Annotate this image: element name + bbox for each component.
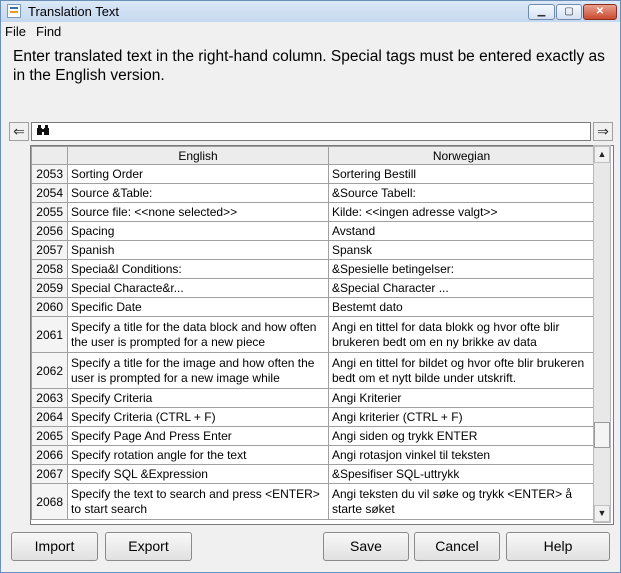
- norwegian-cell[interactable]: Sortering Bestill: [328, 164, 595, 184]
- row-id: 2061: [31, 316, 68, 353]
- menu-file[interactable]: File: [5, 24, 26, 39]
- scroll-up-arrow[interactable]: ▲: [594, 146, 610, 163]
- table-row[interactable]: 2057 Spanish Spansk: [31, 240, 595, 260]
- english-cell: Spacing: [67, 221, 329, 241]
- row-id: 2062: [31, 352, 68, 389]
- row-id: 2066: [31, 445, 68, 465]
- table-row[interactable]: 2058 Specia&l Conditions: &Spesielle bet…: [31, 259, 595, 279]
- app-icon: [7, 4, 21, 18]
- english-cell: Specify SQL &Expression: [67, 464, 329, 484]
- table-row[interactable]: 2066 Specify rotation angle for the text…: [31, 445, 595, 465]
- table-row[interactable]: 2061 Specify a title for the data block …: [31, 316, 595, 353]
- row-id: 2068: [31, 483, 68, 520]
- header-norwegian[interactable]: Norwegian: [328, 146, 595, 165]
- menu-find[interactable]: Find: [36, 24, 61, 39]
- norwegian-cell[interactable]: Angi Kriterier: [328, 388, 595, 408]
- row-id: 2063: [31, 388, 68, 408]
- english-cell: Specify Criteria (CTRL + F): [67, 407, 329, 427]
- header-id: [31, 146, 68, 165]
- translation-window: Translation Text ▁ ▢ ✕ File Find Enter t…: [0, 0, 621, 573]
- instructions-text: Enter translated text in the right-hand …: [13, 48, 605, 84]
- row-id: 2056: [31, 221, 68, 241]
- english-cell: Specify the text to search and press <EN…: [67, 483, 329, 520]
- table-row[interactable]: 2055 Source file: <<none selected>> Kild…: [31, 202, 595, 222]
- norwegian-cell[interactable]: Angi en tittel for bildet og hvor ofte b…: [328, 352, 595, 389]
- row-id: 2065: [31, 426, 68, 446]
- table-row[interactable]: 2059 Special Characte&r... &Special Char…: [31, 278, 595, 298]
- english-cell: Specify rotation angle for the text: [67, 445, 329, 465]
- english-cell: Specific Date: [67, 297, 329, 317]
- scroll-thumb[interactable]: [594, 422, 610, 448]
- table-row[interactable]: 2063 Specify Criteria Angi Kriterier: [31, 388, 595, 408]
- help-button[interactable]: Help: [506, 532, 610, 561]
- row-id: 2057: [31, 240, 68, 260]
- row-id: 2060: [31, 297, 68, 317]
- next-arrow-button[interactable]: ⇒: [593, 122, 613, 141]
- norwegian-cell[interactable]: &Source Tabell:: [328, 183, 595, 203]
- table-row[interactable]: 2053 Sorting Order Sortering Bestill: [31, 164, 595, 184]
- previous-arrow-button[interactable]: ⇐: [9, 122, 29, 141]
- maximize-button[interactable]: ▢: [556, 4, 582, 20]
- english-cell: Source &Table:: [67, 183, 329, 203]
- norwegian-cell[interactable]: Kilde: <<ingen adresse valgt>>: [328, 202, 595, 222]
- norwegian-cell[interactable]: Spansk: [328, 240, 595, 260]
- search-bar: ⇐ ⇒: [9, 122, 613, 142]
- vertical-scrollbar[interactable]: ▲ ▼: [593, 145, 611, 523]
- table-row[interactable]: 2054 Source &Table: &Source Tabell:: [31, 183, 595, 203]
- norwegian-cell[interactable]: Angi kriterier (CTRL + F): [328, 407, 595, 427]
- norwegian-cell[interactable]: Angi en tittel for data blokk og hvor of…: [328, 316, 595, 353]
- norwegian-cell[interactable]: Angi teksten du vil søke og trykk <ENTER…: [328, 483, 595, 520]
- row-id: 2067: [31, 464, 68, 484]
- menu-bar: File Find: [1, 22, 620, 40]
- norwegian-cell[interactable]: &Special Character ...: [328, 278, 595, 298]
- english-cell: Special Characte&r...: [67, 278, 329, 298]
- table-row[interactable]: 2064 Specify Criteria (CTRL + F) Angi kr…: [31, 407, 595, 427]
- import-button[interactable]: Import: [11, 532, 98, 561]
- row-id: 2059: [31, 278, 68, 298]
- norwegian-cell[interactable]: &Spesielle betingelser:: [328, 259, 595, 279]
- row-id: 2055: [31, 202, 68, 222]
- window-title: Translation Text: [28, 4, 120, 19]
- table-row[interactable]: 2060 Specific Date Bestemt dato: [31, 297, 595, 317]
- english-cell: Spanish: [67, 240, 329, 260]
- search-input[interactable]: [31, 122, 591, 141]
- english-cell: Specify a title for the data block and h…: [67, 316, 329, 353]
- translation-table: English Norwegian 2053 Sorting Order Sor…: [30, 145, 614, 525]
- english-cell: Specify Criteria: [67, 388, 329, 408]
- cancel-button[interactable]: Cancel: [414, 532, 500, 561]
- english-cell: Source file: <<none selected>>: [67, 202, 329, 222]
- table-row[interactable]: 2068 Specify the text to search and pres…: [31, 483, 595, 520]
- row-id: 2054: [31, 183, 68, 203]
- norwegian-cell[interactable]: Angi rotasjon vinkel til teksten: [328, 445, 595, 465]
- title-bar[interactable]: Translation Text ▁ ▢ ✕: [1, 1, 620, 22]
- table-row[interactable]: 2056 Spacing Avstand: [31, 221, 595, 241]
- header-english[interactable]: English: [67, 146, 329, 165]
- table-row[interactable]: 2067 Specify SQL &Expression &Spesifiser…: [31, 464, 595, 484]
- scroll-down-arrow[interactable]: ▼: [594, 505, 610, 522]
- minimize-button[interactable]: ▁: [528, 4, 555, 20]
- row-id: 2053: [31, 164, 68, 184]
- english-cell: Specia&l Conditions:: [67, 259, 329, 279]
- table-row[interactable]: 2062 Specify a title for the image and h…: [31, 352, 595, 389]
- binoculars-icon: [36, 124, 50, 139]
- norwegian-cell[interactable]: Bestemt dato: [328, 297, 595, 317]
- table-row[interactable]: 2065 Specify Page And Press Enter Angi s…: [31, 426, 595, 446]
- export-button[interactable]: Export: [105, 532, 192, 561]
- english-cell: Sorting Order: [67, 164, 329, 184]
- norwegian-cell[interactable]: &Spesifiser SQL-uttrykk: [328, 464, 595, 484]
- english-cell: Specify Page And Press Enter: [67, 426, 329, 446]
- norwegian-cell[interactable]: Angi siden og trykk ENTER: [328, 426, 595, 446]
- norwegian-cell[interactable]: Avstand: [328, 221, 595, 241]
- row-id: 2058: [31, 259, 68, 279]
- english-cell: Specify a title for the image and how of…: [67, 352, 329, 389]
- close-button[interactable]: ✕: [583, 4, 617, 20]
- row-id: 2064: [31, 407, 68, 427]
- save-button[interactable]: Save: [323, 532, 409, 561]
